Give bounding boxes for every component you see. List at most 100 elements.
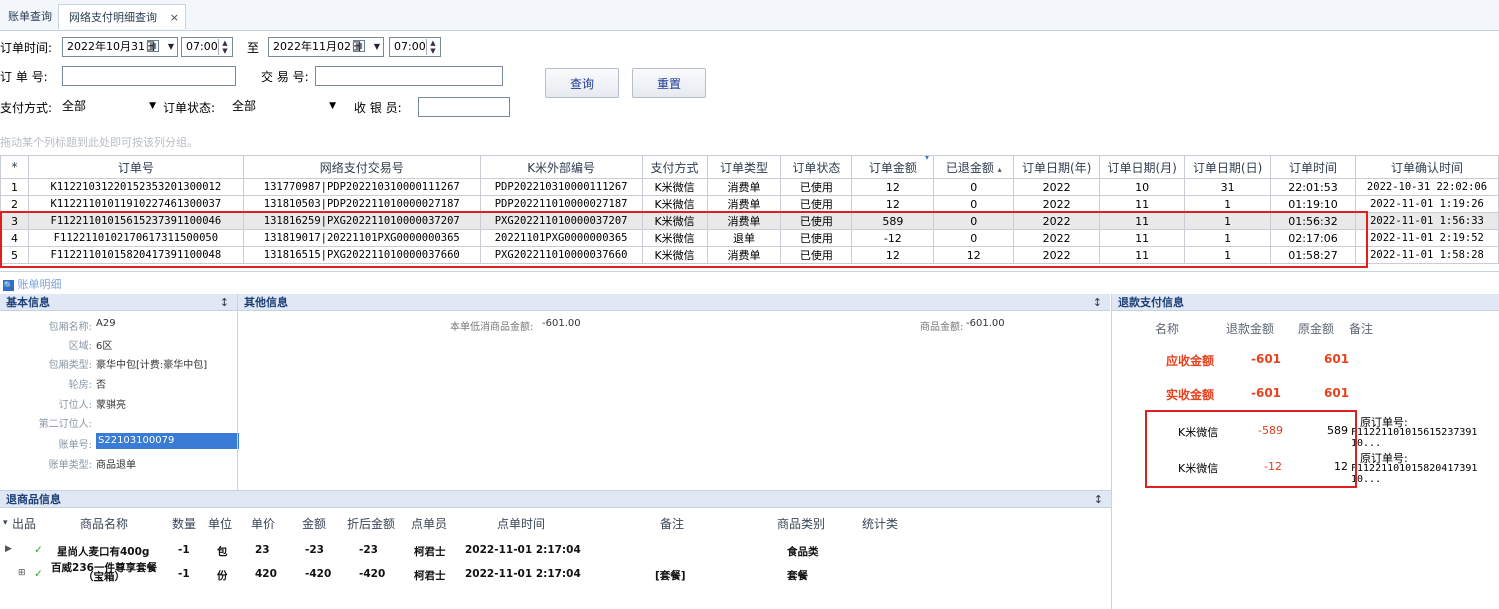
goods-amount: -23 bbox=[305, 544, 324, 556]
tree-expand-icon[interactable]: ⊞ bbox=[18, 568, 26, 578]
cell-order-year: 2022 bbox=[1013, 178, 1101, 196]
trade-no-input[interactable] bbox=[315, 66, 503, 86]
end-time-spinner[interactable]: 07:00 ▲ ▼ bbox=[389, 37, 441, 57]
calendar-icon[interactable]: ▦ bbox=[353, 40, 365, 52]
cell-confirm-time: 2022-11-01 2:19:52 bbox=[1354, 229, 1499, 247]
basic-field-label: 账单类型: bbox=[48, 460, 92, 471]
query-button[interactable]: 查询 bbox=[545, 68, 619, 98]
cell-order-no: K11221101011910227461300037 bbox=[27, 195, 244, 213]
goods-col-time[interactable]: 点单时间 bbox=[497, 515, 545, 532]
goods-price: 420 bbox=[255, 568, 277, 580]
start-date-picker[interactable]: 2022年10月31日 ▦ ▼ bbox=[62, 37, 178, 57]
pin-icon[interactable]: ↕ bbox=[1093, 294, 1102, 311]
goods-col-qty[interactable]: 数量 bbox=[172, 515, 196, 532]
col-header-order-status[interactable]: 订单状态 bbox=[780, 155, 853, 179]
calendar-icon[interactable]: ▦ bbox=[147, 40, 159, 52]
spinner-icon[interactable]: ▲ ▼ bbox=[218, 39, 231, 55]
goods-col-category[interactable]: 商品类别 bbox=[777, 515, 825, 532]
col-header-order-amount[interactable]: 订单金额 ▾ bbox=[851, 155, 935, 179]
cell-order-type: 消费单 bbox=[706, 178, 782, 196]
pay-method-select[interactable]: 全部 ▼ bbox=[62, 96, 158, 116]
goods-col-stat[interactable]: 统计类 bbox=[862, 515, 898, 532]
goods-col-clerk[interactable]: 点单员 bbox=[411, 515, 447, 532]
order-no-input[interactable] bbox=[62, 66, 236, 86]
start-time-spinner[interactable]: 07:00 ▲ ▼ bbox=[181, 37, 233, 57]
expand-all-icon[interactable]: ▾ bbox=[3, 518, 8, 528]
col-header-order-time[interactable]: 订单时间 bbox=[1270, 155, 1356, 179]
col-header-confirm-time[interactable]: 订单确认时间 bbox=[1354, 155, 1499, 179]
goods-col-unit[interactable]: 单位 bbox=[208, 515, 232, 532]
col-header-order-day[interactable]: 订单日期(日) bbox=[1184, 155, 1272, 179]
cell-pay-method: K米微信 bbox=[641, 178, 708, 196]
start-time-value: 07:00 bbox=[186, 40, 218, 53]
order-status-select[interactable]: 全部 ▼ bbox=[232, 96, 338, 116]
col-header-refunded-amount-label: 已退金额 bbox=[945, 160, 994, 175]
goods-category: 食品类 bbox=[787, 546, 819, 558]
basic-field-label: 轮房: bbox=[68, 380, 92, 391]
cell-order-month: 10 bbox=[1099, 178, 1186, 196]
basic-field-value: 商品退单 bbox=[96, 460, 136, 471]
other-info-title: 其他信息 bbox=[244, 296, 288, 309]
col-header-external-no[interactable]: K米外部编号 bbox=[479, 155, 643, 179]
goods-col-note[interactable]: 备注 bbox=[660, 515, 684, 532]
cell-confirm-time: 2022-11-01 1:56:33 bbox=[1354, 212, 1499, 230]
expand-row-icon[interactable]: ▶ bbox=[5, 544, 12, 554]
close-icon[interactable]: × bbox=[170, 5, 179, 30]
reset-button[interactable]: 重置 bbox=[632, 68, 706, 98]
basic-field-value: 否 bbox=[96, 380, 106, 391]
chevron-down-icon[interactable]: ▼ bbox=[168, 38, 174, 56]
pin-icon[interactable]: ↕ bbox=[220, 294, 229, 311]
table-row[interactable]: 1 K112210312201523532013000​12 131770987|P… bbox=[0, 178, 1499, 196]
refund-info-header: 退款支付信息 bbox=[1112, 294, 1499, 311]
goods-price: 23 bbox=[255, 544, 270, 556]
goods-col-amount[interactable]: 金额 bbox=[302, 515, 326, 532]
goods-col-price[interactable]: 单价 bbox=[251, 515, 275, 532]
cell-payment-trade-no: 131810503|PDP202211010000027187 bbox=[242, 195, 481, 213]
col-header-order-year[interactable]: 订单日期(年) bbox=[1013, 155, 1101, 179]
basic-field-value: 豪华中包[计费:豪华中包] bbox=[96, 360, 208, 371]
table-row[interactable]: 2 K11221101011910227461300037 131810503|PD… bbox=[0, 195, 1499, 213]
cell-row-number: 1 bbox=[0, 178, 29, 196]
refund-col-refund: 退款金额 bbox=[1226, 322, 1275, 336]
chevron-down-icon[interactable]: ▼ bbox=[149, 96, 156, 116]
cell-external-no: PDP20221031000011126​7 bbox=[479, 178, 643, 196]
refund-col-name: 名称 bbox=[1155, 322, 1180, 336]
sort-asc-icon[interactable]: ▴ bbox=[998, 165, 1002, 174]
highlight-box-rows bbox=[0, 211, 1368, 268]
col-header-pay-method[interactable]: 支付方式 bbox=[641, 155, 708, 179]
chevron-down-icon[interactable]: ▼ bbox=[374, 38, 380, 56]
search-icon: 🔍 bbox=[3, 280, 14, 291]
spinner-icon[interactable]: ▲ ▼ bbox=[426, 39, 439, 55]
goods-col-output[interactable]: 出品 bbox=[12, 515, 36, 532]
goods-col-name[interactable]: 商品名称 bbox=[80, 515, 128, 532]
cashier-input[interactable] bbox=[418, 97, 510, 117]
check-icon: ✓ bbox=[34, 544, 43, 556]
goods-unit: 包 bbox=[217, 546, 228, 558]
end-date-picker[interactable]: 2022年11月02日 ▦ ▼ bbox=[268, 37, 384, 57]
col-header-order-type[interactable]: 订单类型 bbox=[706, 155, 782, 179]
end-time-value: 07:00 bbox=[394, 40, 426, 53]
filter-icon[interactable]: ▾ bbox=[925, 157, 930, 164]
col-header-order-month[interactable]: 订单日期(月) bbox=[1099, 155, 1186, 179]
col-header-order-no[interactable]: 订单号 bbox=[27, 155, 244, 179]
pin-icon[interactable]: ↕ bbox=[1094, 491, 1103, 508]
cell-order-day: 1 bbox=[1184, 195, 1272, 213]
goods-col-discounted[interactable]: 折后金额 bbox=[347, 515, 395, 532]
cell-refunded-amount: 0 bbox=[933, 178, 1015, 196]
chevron-down-icon[interactable]: ▼ bbox=[329, 96, 336, 116]
col-header-payment-trade-no[interactable]: 网络支付交易号 bbox=[242, 155, 481, 179]
trade-no-label: 交 易 号: bbox=[261, 70, 309, 84]
refund-item-note-value: F11221101015615237391​10... bbox=[1351, 427, 1478, 449]
to-label: 至 bbox=[247, 41, 260, 55]
tab-online-payment-detail[interactable]: 网络支付明细查询 × bbox=[58, 4, 186, 29]
receivable-refund: -601 bbox=[1251, 352, 1282, 366]
other-info-header: 其他信息 ↕ bbox=[238, 294, 1110, 311]
tab-bill-query[interactable]: 账单查询 bbox=[0, 4, 66, 29]
cell-order-time: 22:01:53 bbox=[1270, 178, 1356, 196]
col-header-refunded-amount[interactable]: 已退金额 ▴ bbox=[933, 155, 1015, 179]
col-header-indicator[interactable]: * bbox=[0, 155, 29, 179]
basic-info-title: 基本信息 bbox=[6, 296, 50, 309]
panel-divider bbox=[237, 294, 238, 490]
order-status-label: 订单状态: bbox=[163, 101, 216, 115]
goods-unit: 份 bbox=[217, 570, 228, 582]
